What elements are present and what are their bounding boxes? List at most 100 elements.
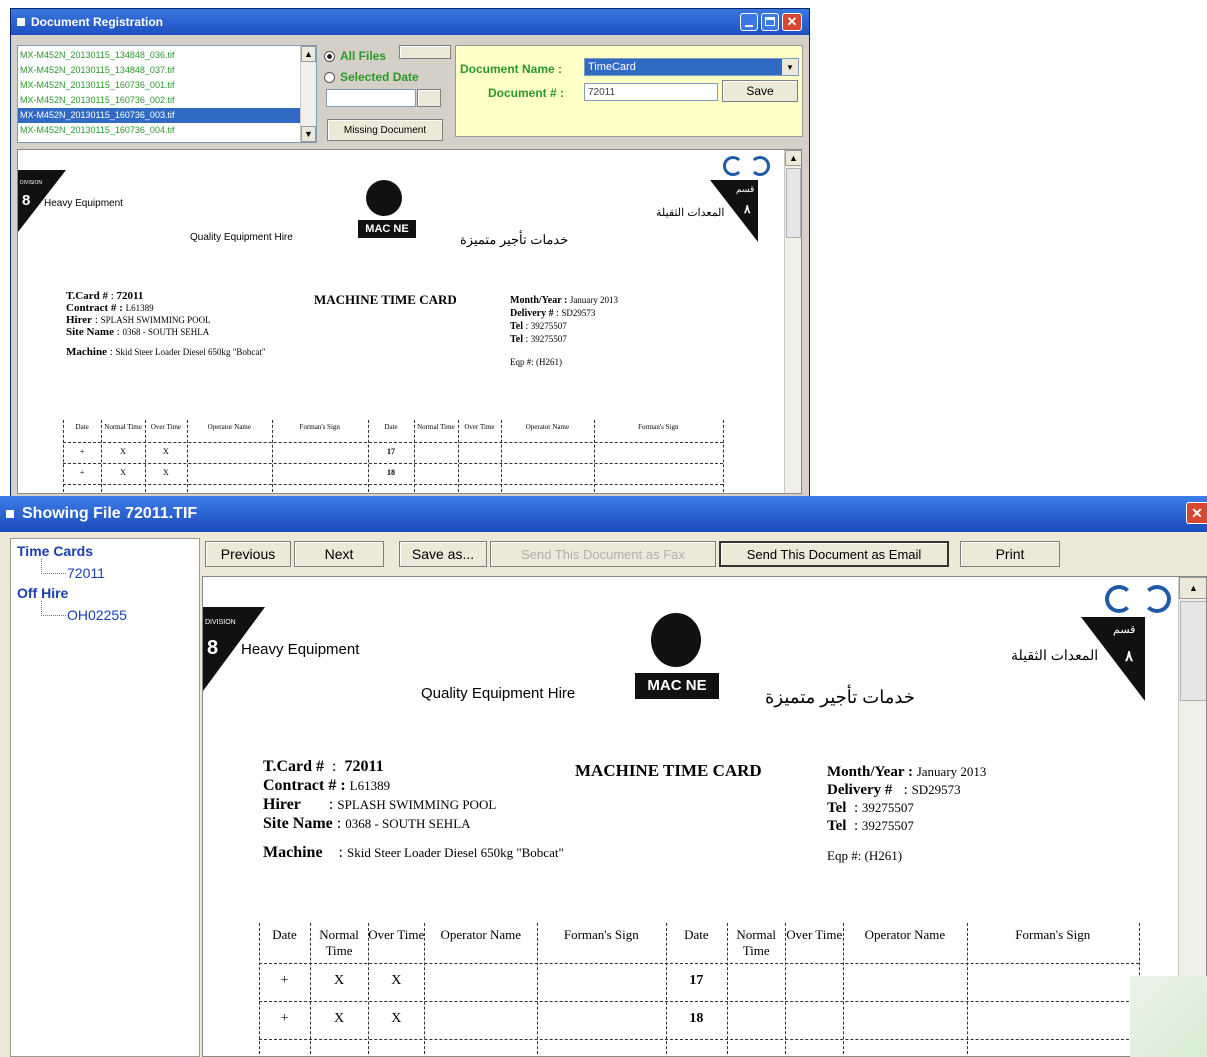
division-name: Heavy Equipment	[241, 641, 360, 658]
save-button[interactable]: Save	[722, 80, 798, 102]
table-cell: 17	[387, 447, 395, 457]
table-header: Operator Name	[525, 423, 570, 432]
table-row-line	[63, 462, 723, 464]
rotate-right-icon[interactable]	[1143, 585, 1171, 613]
table-cell: +	[280, 1010, 289, 1026]
division-number: 8	[22, 192, 31, 209]
arabic-tagline: خدمات تأجير متميزة	[765, 687, 915, 707]
title-bar[interactable]: Showing File 72011.TIF	[0, 496, 1207, 532]
table-header: Date	[272, 927, 297, 942]
table-header: Over Time	[368, 927, 425, 942]
machine-logo: MAC NE	[358, 220, 416, 238]
date-input[interactable]	[326, 89, 416, 107]
scroll-down-icon[interactable]: ▼	[301, 126, 316, 142]
arabic-tagline: خدمات تأجير متميزة	[460, 232, 569, 247]
table-header: Normal Time	[319, 927, 359, 958]
scroll-thumb[interactable]	[1180, 601, 1206, 701]
close-button[interactable]: ✕	[782, 13, 802, 31]
rotate-left-icon[interactable]	[1105, 585, 1133, 613]
table-row-line	[259, 1039, 1139, 1040]
table-cell: 18	[689, 1010, 704, 1026]
table-cell: +	[280, 972, 289, 988]
document-name-select[interactable]: TimeCard ▼	[584, 58, 799, 76]
tree-group-time-cards[interactable]: Time Cards	[17, 543, 93, 559]
file-viewer-window: Showing File 72011.TIF ✕ Time Cards 7201…	[0, 496, 1207, 1057]
document-number-input[interactable]: 72011	[584, 83, 718, 101]
chevron-down-icon[interactable]: ▼	[782, 59, 798, 75]
arabic-division-number: ٨	[1125, 648, 1134, 665]
table-row-line	[63, 442, 723, 443]
table-cell: X	[391, 1010, 402, 1026]
scroll-up-icon[interactable]: ▲	[1179, 577, 1206, 599]
file-list-item[interactable]: MX-M452N_20130115_160736_003.tif	[18, 108, 300, 123]
file-list-item[interactable]: MX-M452N_20130115_134848_037.tif	[18, 63, 300, 78]
file-list-item[interactable]: MX-M452N_20130115_134848_036.tif	[18, 48, 300, 63]
scroll-thumb[interactable]	[786, 168, 801, 238]
table-header: Date	[384, 423, 398, 432]
table-header: Date	[75, 423, 89, 432]
scroll-up-icon[interactable]: ▲	[785, 150, 801, 166]
tree-group-off-hire[interactable]: Off Hire	[17, 585, 68, 601]
window-title: Showing File 72011.TIF	[22, 505, 198, 522]
close-button[interactable]: ✕	[1186, 502, 1207, 524]
small-option-button[interactable]	[399, 45, 451, 59]
table-column-line	[723, 420, 724, 493]
file-list[interactable]: MX-M452N_20130115_134848_036.tif MX-M452N…	[17, 45, 317, 143]
table-header: Over Time	[786, 927, 843, 942]
radio-icon	[324, 71, 335, 83]
table-header: Over Time	[150, 423, 182, 432]
tree-item-oh02255[interactable]: OH02255	[67, 607, 127, 623]
table-row-line	[63, 483, 723, 485]
time-table: Date Normal Time Over Time Operator Name For…	[63, 420, 724, 493]
arabic-qism: قسم	[1113, 624, 1136, 636]
division-label: DIVISION	[205, 619, 236, 626]
maximize-button[interactable]	[761, 13, 779, 31]
preview-scrollbar[interactable]: ▲	[784, 150, 801, 493]
window-title: Document Registration	[31, 15, 164, 29]
send-email-button[interactable]: Send This Document as Email	[719, 541, 949, 567]
tree-item-72011[interactable]: 72011	[67, 565, 105, 581]
table-cell: X	[120, 447, 126, 457]
table-cell: +	[79, 447, 85, 457]
next-button[interactable]: Next	[294, 541, 384, 567]
scroll-up-icon[interactable]: ▲	[301, 46, 316, 62]
document-tree: Time Cards 72011 Off Hire OH02255	[10, 538, 200, 1057]
save-as-button[interactable]: Save as...	[399, 541, 487, 567]
arabic-qism: قسم	[736, 184, 755, 194]
decorative-shape	[1130, 976, 1207, 1057]
table-header: Date	[684, 927, 709, 942]
file-list-item[interactable]: MX-M452N_20130115_160736_004.tif	[18, 123, 300, 138]
document-preview: ▲ DIVISION 8 Heavy Equipment قسم ٨ المعد…	[17, 149, 802, 494]
missing-document-button[interactable]: Missing Document	[327, 119, 443, 141]
table-cell: 18	[387, 468, 395, 478]
card-info-left: T.Card # : 72011 Contract # : L61389 Hir…	[66, 290, 266, 358]
minimize-button[interactable]	[740, 13, 758, 31]
print-button[interactable]: Print	[960, 541, 1060, 567]
table-row-line	[259, 963, 1139, 964]
rotate-left-icon[interactable]	[723, 156, 743, 176]
table-cell: X	[391, 972, 402, 988]
all-files-radio[interactable]: All Files	[324, 49, 386, 63]
file-list-item[interactable]: MX-M452N_20130115_160736_001.tif	[18, 78, 300, 93]
file-list-scrollbar[interactable]: ▲ ▼	[300, 46, 316, 142]
document-info-panel: Document Name : TimeCard ▼ Document # : …	[455, 45, 803, 137]
card-title: MACHINE TIME CARD	[314, 292, 457, 307]
table-header: Forman's Sign	[299, 423, 340, 432]
arabic-division-number: ٨	[744, 202, 751, 216]
tree-connector	[41, 559, 66, 574]
minimize-icon	[745, 25, 753, 27]
date-picker-button[interactable]	[417, 89, 441, 107]
card-info-right: Month/Year : January 2013 Delivery # : S…	[827, 764, 987, 863]
title-bar[interactable]: Document Registration	[11, 9, 809, 35]
send-fax-button[interactable]: Send This Document as Fax	[490, 541, 716, 567]
selected-date-radio[interactable]: Selected Date	[324, 70, 419, 84]
table-header: Operator Name	[440, 927, 522, 942]
division-name: Heavy Equipment	[44, 198, 123, 209]
table-header: Forman's Sign	[638, 423, 679, 432]
file-list-item[interactable]: MX-M452N_20130115_160736_002.tif	[18, 93, 300, 108]
previous-button[interactable]: Previous	[205, 541, 291, 567]
rotate-right-icon[interactable]	[750, 156, 770, 176]
card-info-right: Month/Year : January 2013 Delivery # : S…	[510, 295, 619, 367]
time-table: Date Normal Time Over Time Operator Name For…	[259, 923, 1140, 1056]
machine-logo: MAC NE	[635, 673, 719, 699]
